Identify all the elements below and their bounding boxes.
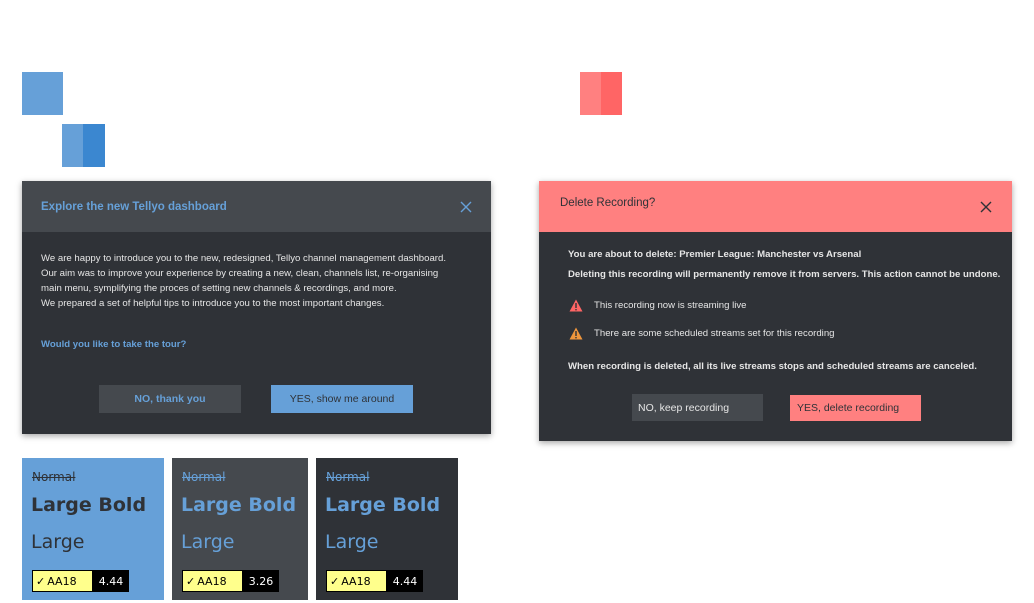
- sample-large-text: Large: [325, 531, 379, 553]
- tour-dialog-title: Explore the new Tellyo dashboard: [41, 200, 227, 213]
- pass-badge: ✓ AA18: [182, 570, 243, 592]
- delete-subject-line: You are about to delete: Premier League:…: [568, 249, 862, 260]
- tour-question: Would you like to take the tour?: [41, 339, 187, 350]
- badge-level: AA18: [341, 574, 371, 588]
- sample-large-text: Large: [31, 531, 85, 553]
- delete-dialog-title: Delete Recording?: [560, 197, 656, 209]
- sample-large-text: Large: [181, 531, 235, 553]
- sample-large-bold-text: Large Bold: [181, 494, 297, 516]
- pass-badge: ✓ AA18: [32, 570, 93, 592]
- check-icon: ✓: [186, 574, 196, 588]
- contrast-badge: ✓ AA18 4.44: [326, 570, 423, 592]
- badge-level: AA18: [47, 574, 77, 588]
- check-icon: ✓: [330, 574, 340, 588]
- tour-message-line: Our aim was to improve your experience b…: [41, 268, 439, 279]
- warning-row-scheduled: There are some scheduled streams set for…: [569, 327, 835, 340]
- contrast-ratio: 4.44: [387, 570, 423, 592]
- warning-icon-orange: [569, 327, 583, 340]
- sample-large-bold-text: Large Bold: [31, 494, 147, 516]
- warning-text: There are some scheduled streams set for…: [594, 328, 835, 339]
- sample-normal-text: Normal: [182, 470, 226, 484]
- decline-tour-button[interactable]: NO, thank you: [99, 385, 241, 413]
- contrast-badge: ✓ AA18 3.26: [182, 570, 279, 592]
- pass-badge: ✓ AA18: [326, 570, 387, 592]
- check-icon: ✓: [36, 574, 46, 588]
- contrast-sample-3: Normal Large Bold Large ✓ AA18 4.44: [316, 458, 458, 600]
- swatch-red-light: [580, 72, 601, 115]
- tour-dialog: Explore the new Tellyo dashboard We are …: [22, 181, 491, 434]
- swatch-blue-dark: [83, 124, 105, 167]
- delete-dialog-header: Delete Recording?: [539, 181, 1012, 232]
- delete-explanation-line: Deleting this recording will permanently…: [568, 269, 1001, 280]
- swatch-red-dark: [601, 72, 622, 115]
- warning-icon-red: [569, 299, 583, 312]
- sample-normal-text: Normal: [326, 470, 370, 484]
- tour-message-line: main menu, symplifying the proces of set…: [41, 283, 397, 294]
- tour-dialog-message: We are happy to introduce you to the new…: [41, 251, 446, 311]
- delete-note: When recording is deleted, all its live …: [568, 361, 977, 372]
- contrast-ratio: 4.44: [93, 570, 129, 592]
- contrast-badge: ✓ AA18 4.44: [32, 570, 129, 592]
- swatch-blue-light: [62, 124, 83, 167]
- delete-recording-button[interactable]: YES, delete recording: [790, 395, 921, 421]
- keep-recording-button[interactable]: NO, keep recording: [632, 394, 763, 421]
- contrast-ratio: 3.26: [243, 570, 279, 592]
- warning-text: This recording now is streaming live: [594, 300, 747, 311]
- close-icon[interactable]: [446, 181, 486, 232]
- contrast-sample-1: Normal Large Bold Large ✓ AA18 4.44: [22, 458, 164, 600]
- tour-message-line: We are happy to introduce you to the new…: [41, 253, 446, 264]
- contrast-sample-2: Normal Large Bold Large ✓ AA18 3.26: [172, 458, 308, 600]
- tour-dialog-header: Explore the new Tellyo dashboard: [22, 181, 491, 232]
- swatch-blue: [22, 72, 63, 115]
- delete-dialog: Delete Recording? You are about to delet…: [539, 181, 1012, 441]
- sample-normal-text: Normal: [32, 470, 76, 484]
- warning-row-live: This recording now is streaming live: [569, 299, 747, 312]
- close-icon[interactable]: [966, 181, 1006, 232]
- sample-large-bold-text: Large Bold: [325, 494, 441, 516]
- badge-level: AA18: [197, 574, 227, 588]
- tour-message-line: We prepared a set of helpful tips to int…: [41, 298, 385, 309]
- accept-tour-button[interactable]: YES, show me around: [271, 385, 413, 413]
